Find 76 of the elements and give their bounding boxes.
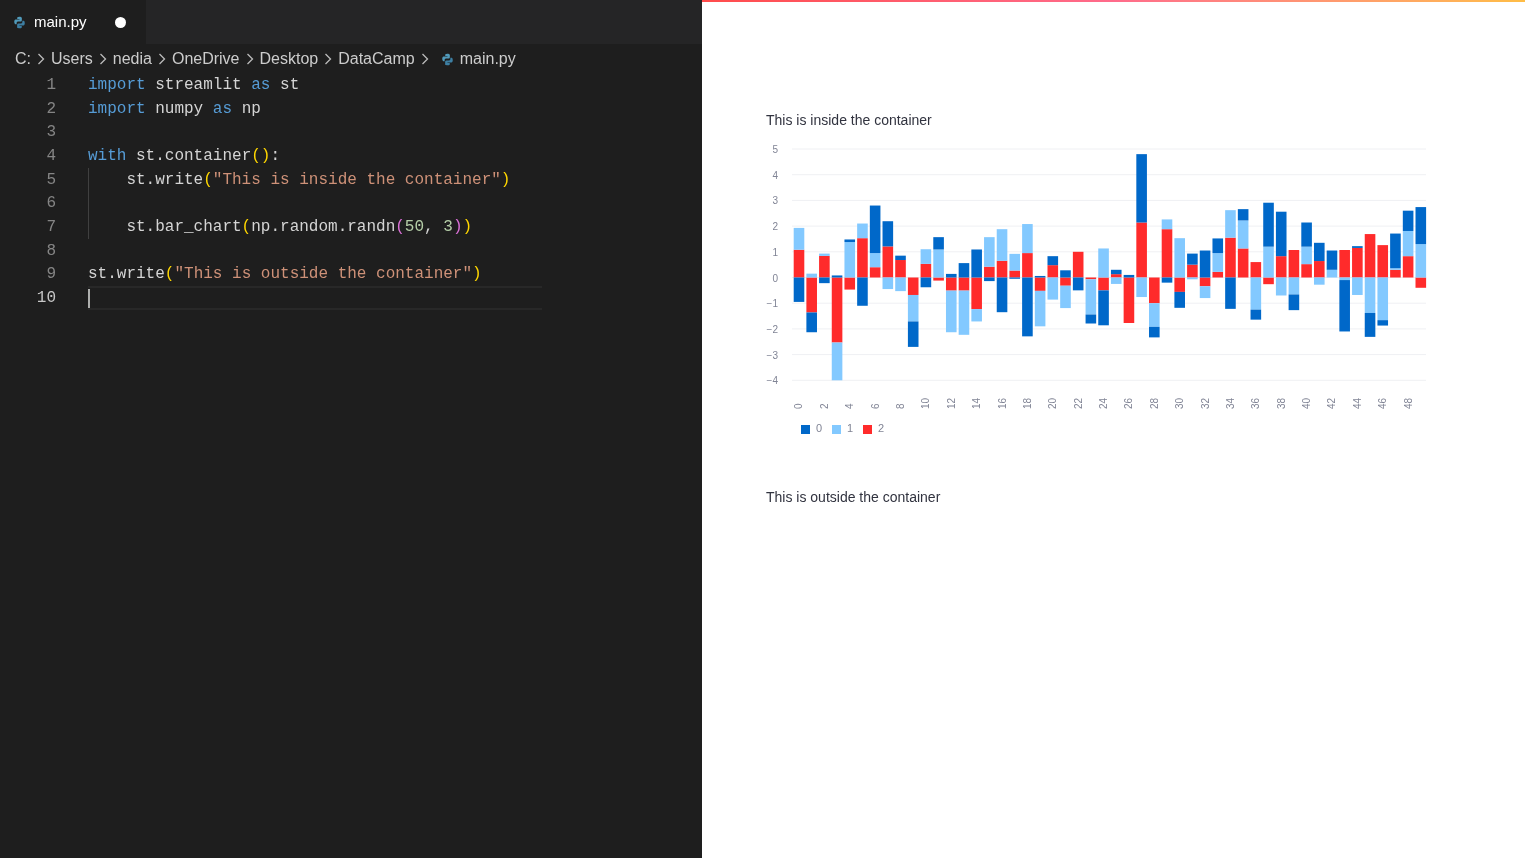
x-axis-label: 6 xyxy=(869,403,881,409)
line-number: 8 xyxy=(45,240,56,262)
breadcrumb-item[interactable]: Desktop xyxy=(259,47,319,71)
chevron-right-icon xyxy=(420,53,429,65)
y-axis-label: 5 xyxy=(772,144,778,155)
line-number: 1 xyxy=(45,74,56,96)
x-axis-label: 22 xyxy=(1072,397,1084,409)
y-axis-label: −1 xyxy=(766,298,778,310)
x-axis-label: 48 xyxy=(1402,397,1414,409)
x-axis-label: 40 xyxy=(1301,397,1313,409)
x-axis-label: 26 xyxy=(1123,397,1135,409)
legend-swatch xyxy=(832,425,841,434)
breadcrumb-item[interactable]: main.py xyxy=(459,47,516,71)
legend-label: 0 xyxy=(816,422,823,434)
x-axis-label: 12 xyxy=(945,397,957,409)
y-axis-label: −2 xyxy=(766,323,778,335)
legend-swatch xyxy=(801,425,810,434)
y-axis-label: 4 xyxy=(772,169,778,181)
python-file-icon xyxy=(13,15,26,29)
x-axis-label: 24 xyxy=(1098,397,1110,409)
x-axis-label: 28 xyxy=(1148,397,1160,409)
x-axis-label: 4 xyxy=(844,403,856,409)
chevron-right-icon xyxy=(245,53,254,65)
y-axis-label: 0 xyxy=(772,272,778,284)
x-axis-label: 14 xyxy=(971,397,983,409)
x-axis-label: 30 xyxy=(1174,397,1186,409)
x-axis-label: 34 xyxy=(1224,397,1236,409)
x-axis-label: 18 xyxy=(1021,397,1033,409)
y-axis-label: 3 xyxy=(772,195,778,207)
python-file-icon xyxy=(440,52,454,66)
body-text: This is outside the container xyxy=(766,488,941,507)
x-axis-label: 10 xyxy=(920,397,932,409)
editor-tab[interactable]: main.py xyxy=(0,0,146,44)
chevron-right-icon xyxy=(324,53,333,65)
x-axis-label: 46 xyxy=(1377,397,1389,409)
line-number: 2 xyxy=(45,98,56,120)
code-line: import numpy as np xyxy=(88,98,261,120)
y-axis-label: 2 xyxy=(772,221,778,233)
breadcrumb-item[interactable]: Users xyxy=(51,47,93,71)
x-axis-label: 42 xyxy=(1326,397,1338,409)
chevron-right-icon xyxy=(98,53,107,65)
line-number: 10 xyxy=(35,288,56,310)
chevron-right-icon xyxy=(157,53,166,65)
breadcrumb-item[interactable]: C: xyxy=(15,47,31,71)
y-axis-label: −3 xyxy=(766,349,778,361)
code-line: with st.container(): xyxy=(88,145,281,167)
x-axis-label: 32 xyxy=(1199,397,1211,409)
y-axis-label: 1 xyxy=(772,246,778,258)
breadcrumb-item[interactable]: nedia xyxy=(112,47,152,71)
line-number: 6 xyxy=(45,193,56,215)
x-axis-label: 8 xyxy=(895,403,906,409)
line-number: 9 xyxy=(45,264,56,286)
chevron-right-icon xyxy=(37,53,45,65)
line-number: 7 xyxy=(45,216,56,238)
x-axis-label: 2 xyxy=(818,403,830,409)
line-number: 4 xyxy=(45,145,56,167)
tab-label: main.py xyxy=(34,11,87,32)
line-number: 5 xyxy=(45,169,56,191)
x-axis-label: 20 xyxy=(1047,397,1059,409)
code-line: import streamlit as st xyxy=(88,74,300,96)
legend-label: 1 xyxy=(847,422,854,434)
x-axis-label: 0 xyxy=(793,403,805,409)
code-line: st.bar_chart(np.random.randn(50, 3)) xyxy=(126,216,473,238)
x-axis-label: 44 xyxy=(1351,397,1363,409)
legend-swatch xyxy=(863,425,872,434)
code-line: st.write("This is outside the container") xyxy=(88,264,482,286)
y-axis-label: −4 xyxy=(766,375,778,387)
body-text: This is inside the container xyxy=(766,111,932,130)
breadcrumb-item[interactable]: OneDrive xyxy=(171,47,240,71)
legend-label: 2 xyxy=(878,422,885,434)
x-axis-label: 16 xyxy=(996,397,1008,409)
x-axis-label: 36 xyxy=(1250,397,1262,409)
code-line: st.write("This is inside the container") xyxy=(126,169,511,191)
x-axis-label: 38 xyxy=(1275,397,1287,409)
breadcrumb-item[interactable]: DataCamp xyxy=(338,47,415,71)
line-number: 3 xyxy=(45,122,56,144)
